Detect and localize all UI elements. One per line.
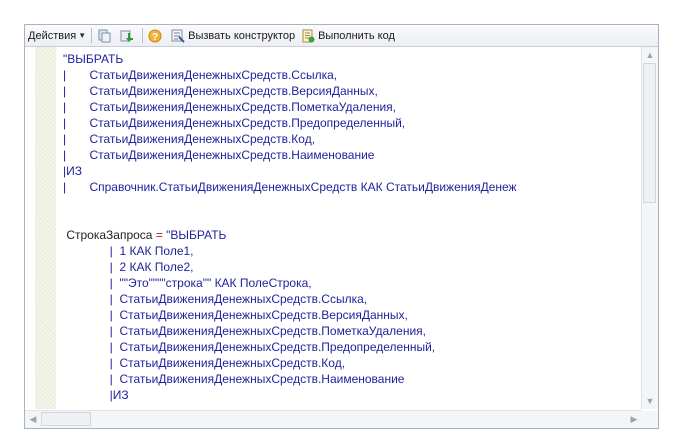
module-editor-window: Действия ▼ ? Вызвать конструктор Выполни… [24,24,659,429]
toolbar-separator [142,28,144,43]
code-line[interactable]: |ИЗ [63,163,640,179]
scroll-corner [642,411,658,428]
code-line[interactable]: | 2 КАК Поле2, [63,259,640,275]
code-line[interactable]: | СтатьиДвиженияДенежныхСредств.Наименов… [63,371,640,387]
code-token: "ВЫБРАТЬ [63,52,124,66]
constructor-icon [171,29,185,43]
scroll-down-icon[interactable]: ▼ [643,394,657,408]
code-token: | [63,100,90,114]
code-token: |ИЗ [63,164,82,178]
code-text-area[interactable]: "ВЫБРАТЬ | СтатьиДвиженияДенежныхСредств.… [63,51,640,409]
code-line[interactable]: "ВЫБРАТЬ [63,51,640,67]
code-line[interactable]: | СтатьиДвиженияДенежныхСредств.ВерсияДа… [63,307,640,323]
code-token: "ВЫБРАТЬ [166,228,227,242]
scroll-left-icon[interactable]: ◀ [26,412,40,426]
svg-text:?: ? [152,32,158,43]
code-token: | СтатьиДвиженияДенежныхСредств.Код, [63,356,346,370]
code-line[interactable]: | СтатьиДвиженияДенежныхСредств.Предопре… [63,339,640,355]
code-token: СтатьиДвиженияДенежныхСредств.Код, [89,132,316,146]
code-line[interactable]: | СтатьиДвиженияДенежныхСредств.ПометкаУ… [63,323,640,339]
actions-menu-button[interactable]: Действия ▼ [25,26,89,45]
actions-menu-label: Действия [28,29,77,42]
code-token: | [63,68,90,82]
code-line[interactable]: | СтатьиДвиженияДенежныхСредств.Ссылка, [63,67,640,83]
code-token: СтатьиДвиженияДенежныхСредств.Наименован… [89,148,375,162]
toolbar-separator [91,28,93,43]
code-token: СтатьиДвиженияДенежныхСредств.Ссылка, [89,68,338,82]
horizontal-scroll-thumb[interactable] [41,412,91,426]
vertical-scrollbar[interactable]: ▲ ▼ [641,47,658,409]
scroll-up-icon[interactable]: ▲ [643,48,657,62]
run-code-button[interactable]: Выполнить код [298,26,398,45]
code-token: | СтатьиДвиженияДенежныхСредств.Предопре… [63,340,436,354]
code-line[interactable]: | ""Это""""строка"" КАК ПолеСтрока, [63,275,640,291]
code-token: | СтатьиДвиженияДенежныхСредств.ВерсияДа… [63,308,408,322]
run-code-icon [301,29,315,43]
chevron-down-icon: ▼ [78,31,87,40]
toolbar: Действия ▼ ? Вызвать конструктор Выполни… [25,25,658,47]
code-token: | 1 КАК Поле1, [63,244,194,258]
code-token: | СтатьиДвиженияДенежныхСредств.ПометкаУ… [63,324,426,338]
code-token: | [63,132,90,146]
code-line[interactable]: | СтатьиДвиженияДенежныхСредств.ПометкаУ… [63,99,640,115]
code-token: | 2 КАК Поле2, [63,260,194,274]
editor-gutter [35,47,56,409]
code-token: | [63,84,90,98]
code-token: СтрокаЗапроса [63,228,153,242]
code-token: СтатьиДвиженияДенежныхСредств.ПометкаУда… [89,100,397,114]
code-token: = [152,228,167,242]
code-token: | СтатьиДвиженияДенежныхСредств.Ссылка, [63,292,368,306]
vertical-scroll-thumb[interactable] [643,63,656,203]
run-code-label: Выполнить код [318,29,395,42]
code-token: |ИЗ [63,388,129,402]
code-line[interactable]: | 1 КАК Поле1, [63,243,640,259]
code-line[interactable]: СтрокаЗапроса = "ВЫБРАТЬ [63,227,640,243]
code-token: | [63,148,90,162]
code-line[interactable]: | СтатьиДвиженияДенежныхСредств.ВерсияДа… [63,83,640,99]
copy-icon [97,29,111,43]
code-editor[interactable]: "ВЫБРАТЬ | СтатьиДвиженияДенежныхСредств.… [25,47,658,428]
code-line[interactable]: |ИЗ [63,387,640,403]
download-arrow-icon [120,29,134,43]
code-token: СтатьиДвиженияДенежныхСредств.Предопреде… [89,116,406,130]
call-constructor-label: Вызвать конструктор [188,29,296,42]
call-constructor-button[interactable]: Вызвать конструктор [168,26,298,45]
code-token: | [63,180,90,194]
code-line[interactable]: | Справочник.СтатьиДвиженияДенежныхСредс… [63,179,640,195]
code-token: | [63,116,90,130]
copy-button[interactable] [94,26,117,45]
help-button[interactable]: ? [145,26,168,45]
code-token: Справочник.СтатьиДвиженияДенежныхСредств… [89,180,517,194]
help-icon: ? [148,29,162,43]
download-button[interactable] [117,26,140,45]
code-line[interactable]: | СтатьиДвиженияДенежныхСредств.Ссылка, [63,291,640,307]
code-line[interactable]: | СтатьиДвиженияДенежныхСредств.Наименов… [63,147,640,163]
code-line[interactable]: | СтатьиДвиженияДенежныхСредств.Код, [63,131,640,147]
code-token: | ""Это""""строка"" КАК ПолеСтрока, [63,276,312,290]
scroll-right-icon[interactable]: ▶ [627,412,641,426]
code-line[interactable]: | СтатьиДвиженияДенежныхСредств.Предопре… [63,115,640,131]
code-line[interactable] [63,211,640,227]
code-line[interactable] [63,195,640,211]
code-token: СтатьиДвиженияДенежныхСредств.ВерсияДанн… [89,84,378,98]
code-line[interactable]: | СтатьиДвиженияДенежныхСредств.Код, [63,355,640,371]
horizontal-scrollbar[interactable]: ◀ ▶ [25,410,642,428]
code-token: | СтатьиДвиженияДенежныхСредств.Наименов… [63,372,405,386]
